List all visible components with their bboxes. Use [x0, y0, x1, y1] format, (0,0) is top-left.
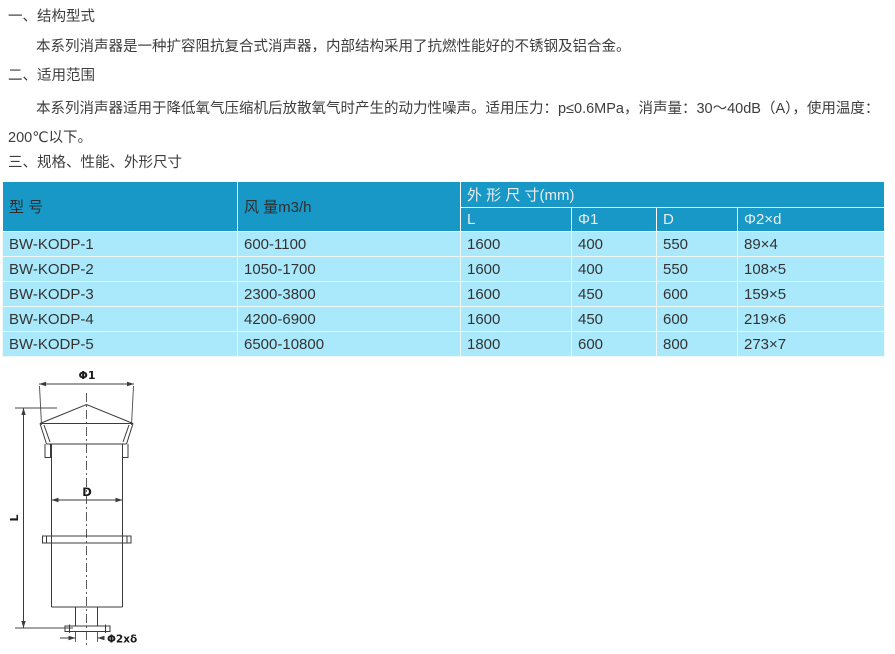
spec-table: 型 号 风 量m3/h 外 形 尺 寸(mm) L Φ1 D Φ2×d BW-K… [2, 181, 885, 357]
cell-model: BW-KODP-4 [3, 307, 238, 332]
cell-L: 1800 [461, 332, 572, 357]
header-airflow: 风 量m3/h [238, 182, 461, 232]
cell-airflow: 1050-1700 [238, 257, 461, 282]
header-dimensions-group: 外 形 尺 寸(mm) [461, 182, 885, 208]
header-L: L [461, 208, 572, 232]
dim-label-phi1: Φ1 [78, 369, 95, 382]
header-model: 型 号 [3, 182, 238, 232]
cell-L: 1600 [461, 307, 572, 332]
section1-body: 本系列消声器是一种扩容阻抗复合式消声器，内部结构采用了抗燃性能好的不锈钢及铝合金… [36, 37, 631, 57]
cell-phi1: 450 [572, 282, 657, 307]
header-phi1: Φ1 [572, 208, 657, 232]
cell-D: 550 [657, 232, 738, 257]
cell-D: 550 [657, 257, 738, 282]
cell-airflow: 2300-3800 [238, 282, 461, 307]
product-spec-page: 一、结构型式 本系列消声器是一种扩容阻抗复合式消声器，内部结构采用了抗燃性能好的… [0, 0, 895, 654]
cell-L: 1600 [461, 232, 572, 257]
cell-phi1: 450 [572, 307, 657, 332]
cell-D: 600 [657, 307, 738, 332]
cell-phi2d: 273×7 [738, 332, 885, 357]
dim-label-L: L [8, 514, 21, 521]
section1-heading: 一、结构型式 [8, 7, 95, 27]
cell-model: BW-KODP-5 [3, 332, 238, 357]
section2-heading: 二、适用范围 [8, 66, 95, 86]
cell-model: BW-KODP-2 [3, 257, 238, 282]
cell-phi1: 400 [572, 257, 657, 282]
cell-phi1: 400 [572, 232, 657, 257]
cell-airflow: 4200-6900 [238, 307, 461, 332]
header-phi2d: Φ2×d [738, 208, 885, 232]
section2-body: 本系列消声器适用于降低氧气压缩机后放散氧气时产生的动力性噪声。适用压力：p≤0.… [8, 95, 880, 153]
cell-D: 800 [657, 332, 738, 357]
dim-label-phi2-delta: Φ2xδ [107, 634, 137, 646]
table-row: BW-KODP-5 6500-10800 1800 600 800 273×7 [3, 332, 885, 357]
left-tab [45, 444, 51, 458]
header-D: D [657, 208, 738, 232]
table-row: BW-KODP-4 4200-6900 1600 450 600 219×6 [3, 307, 885, 332]
table-row: BW-KODP-2 1050-1700 1600 400 550 108×5 [3, 257, 885, 282]
cell-model: BW-KODP-1 [3, 232, 238, 257]
bottom-flange [65, 626, 110, 632]
right-tab [123, 444, 129, 458]
cell-L: 1600 [461, 282, 572, 307]
dim-label-D: D [82, 485, 92, 499]
cell-L: 1600 [461, 257, 572, 282]
section3-heading: 三、规格、性能、外形尺寸 [8, 153, 182, 173]
silencer-dimension-drawing: Φ1 D L [0, 365, 185, 654]
cell-D: 600 [657, 282, 738, 307]
cell-phi2d: 89×4 [738, 232, 885, 257]
cell-phi1: 600 [572, 332, 657, 357]
table-row: BW-KODP-1 600-1100 1600 400 550 89×4 [3, 232, 885, 257]
cell-model: BW-KODP-3 [3, 282, 238, 307]
cell-phi2d: 108×5 [738, 257, 885, 282]
cell-airflow: 6500-10800 [238, 332, 461, 357]
cell-phi2d: 219×6 [738, 307, 885, 332]
cell-airflow: 600-1100 [238, 232, 461, 257]
cell-phi2d: 159×5 [738, 282, 885, 307]
table-row: BW-KODP-3 2300-3800 1600 450 600 159×5 [3, 282, 885, 307]
